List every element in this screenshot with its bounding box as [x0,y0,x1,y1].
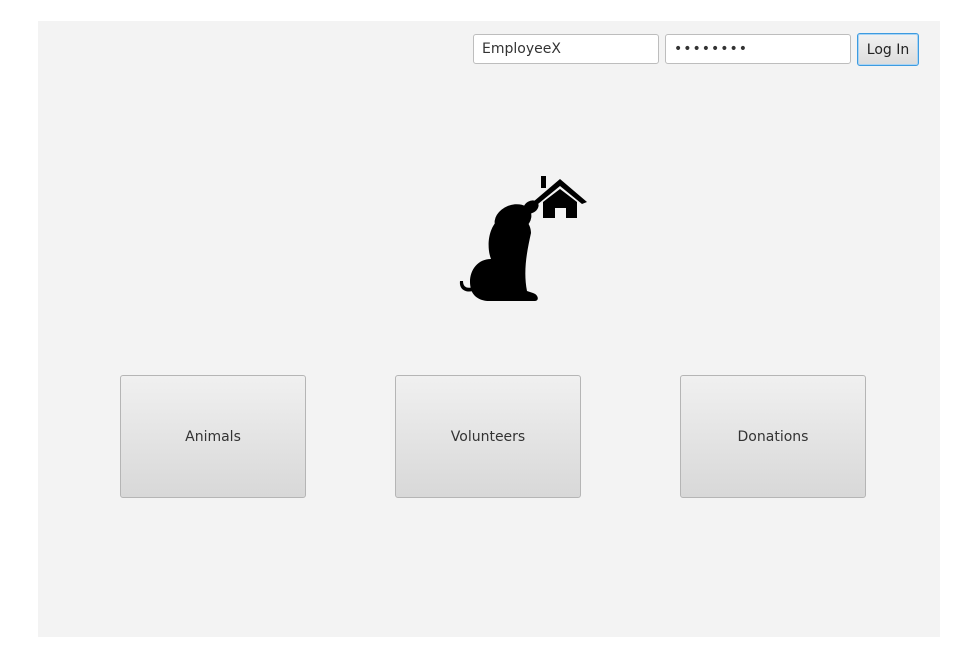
main-window: Log In Animals Volunteers Donations [38,21,940,637]
animals-button[interactable]: Animals [120,375,306,498]
dog-with-house-icon [459,176,587,301]
login-button[interactable]: Log In [857,33,919,66]
password-field[interactable] [665,34,851,64]
donations-button[interactable]: Donations [680,375,866,498]
volunteers-button[interactable]: Volunteers [395,375,581,498]
app-logo [427,171,597,311]
username-field[interactable] [473,34,659,64]
